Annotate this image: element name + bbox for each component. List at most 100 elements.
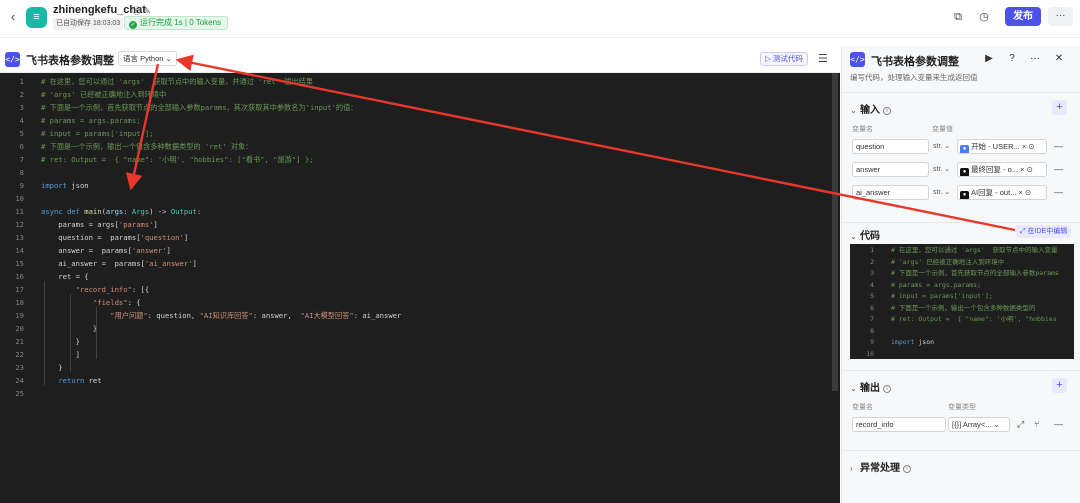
chevron-down-icon: ⌄ xyxy=(850,106,857,115)
code-line[interactable]: 20 } xyxy=(0,322,830,335)
code-line[interactable]: 6 # 下面是一个示例，输出一个包含多种数据类型的 'ret' 对象： xyxy=(0,140,830,153)
code-icon: </> xyxy=(850,52,865,67)
remove-icon[interactable]: — xyxy=(1054,141,1063,151)
code-preview-line: 9 import json xyxy=(850,337,1074,348)
code-line[interactable]: 1 # 在这里，您可以通过 'args' 获取节点中的输入变量，并通过 'ret'… xyxy=(0,75,830,88)
code-line[interactable]: 10 xyxy=(0,192,830,205)
line-number: 6 xyxy=(870,303,874,312)
history-icon[interactable]: ◷ xyxy=(976,9,992,25)
error-heading[interactable]: › 异常处理 i xyxy=(850,459,911,474)
code-line[interactable]: 8 xyxy=(0,166,830,179)
add-output-button[interactable]: + xyxy=(1052,378,1067,393)
code-line[interactable]: 18 "fields": { xyxy=(0,296,830,309)
code-text: params = args['params'] xyxy=(41,220,158,229)
publish-button[interactable]: 发布 xyxy=(1005,7,1041,26)
close-icon[interactable]: ✕ xyxy=(1052,52,1066,66)
run-icon[interactable]: ▶ xyxy=(982,52,996,66)
code-line[interactable]: 15 ai_answer = params['ai_answer'] xyxy=(0,257,830,270)
code-line[interactable]: 14 answer = params['answer'] xyxy=(0,244,830,257)
input-type-select[interactable]: str. ⌄ xyxy=(933,185,950,200)
chevron-down-icon: ⌄ xyxy=(165,54,172,63)
language-label: 语言 Python xyxy=(123,54,164,63)
line-number: 2 xyxy=(19,90,24,99)
output-type-label: [{}] Array<... xyxy=(952,420,992,429)
code-line[interactable]: 9 import json xyxy=(0,179,830,192)
line-number: 12 xyxy=(15,220,24,229)
remove-icon[interactable]: — xyxy=(1054,187,1063,197)
expand-icon[interactable]: ⤢ xyxy=(1017,419,1024,430)
code-heading[interactable]: ⌄ 代码 xyxy=(850,227,880,242)
run-status-badge: ✓ 运行完成 1s | 0 Tokens xyxy=(124,16,229,30)
more-icon[interactable]: ··· xyxy=(1048,7,1073,26)
line-number: 13 xyxy=(15,233,24,242)
code-line[interactable]: 17 "record_info": [{ xyxy=(0,283,830,296)
output-heading[interactable]: ⌄ 输出 i xyxy=(850,379,891,394)
node-config-panel: </> 飞书表格参数调整 ▶ ? ··· ✕ 编写代码，处理输入变量来生成返回值… xyxy=(841,46,1080,503)
test-code-button[interactable]: ▷ 测试代码 xyxy=(760,52,808,66)
code-line[interactable]: 21 } xyxy=(0,335,830,348)
code-text: # 下面是一个示例，输出一个包含多种数据类型的 'ret' 对象： xyxy=(41,142,253,151)
code-text: # 在这里，您可以通过 'args' 获取节点中的输入变量，并通过 'ret' … xyxy=(41,77,313,86)
input-name-field[interactable]: answer xyxy=(852,162,929,177)
code-text: # params = args.params; xyxy=(41,116,141,125)
code-editor[interactable]: 1 # 在这里，您可以通过 'args' 获取节点中的输入变量，并通过 'ret'… xyxy=(0,73,840,503)
input-heading[interactable]: ⌄ 输入 i xyxy=(850,101,891,116)
remove-icon[interactable]: — xyxy=(1054,164,1063,174)
code-line[interactable]: 19 "用户问题": question, "AI知识库回答": answer, … xyxy=(0,309,830,322)
help-icon[interactable]: ? xyxy=(1005,52,1019,66)
info-icon: i xyxy=(903,465,911,473)
code-text: ret = { xyxy=(41,272,89,281)
input-ref-select[interactable]: ● 开始 - USER... × ⊙ xyxy=(957,139,1047,154)
code-line[interactable]: 24 return ret xyxy=(0,374,830,387)
check-icon: ✓ xyxy=(129,21,137,29)
edit-in-ide-button[interactable]: ⤢ 在IDE中编辑 xyxy=(1016,225,1072,238)
line-number: 4 xyxy=(870,280,874,289)
add-input-button[interactable]: + xyxy=(1052,100,1067,115)
node-ref-icon: ● xyxy=(960,168,969,176)
copy-icon[interactable]: ⧉ xyxy=(950,9,966,25)
code-icon: </> xyxy=(5,52,20,67)
collapse-menu-icon[interactable]: ☰ xyxy=(818,52,832,66)
chevron-left-icon[interactable]: ‹ xyxy=(6,10,20,24)
column-label-name: 变量名 xyxy=(852,126,873,133)
line-number: 25 xyxy=(15,389,24,398)
code-line[interactable]: 5 # input = params['input']; xyxy=(0,127,830,140)
code-preview-line: 1 # 在这里，您可以通过 'args' 获取节点中的输入变量 xyxy=(850,245,1074,256)
code-line[interactable]: 22 ] xyxy=(0,348,830,361)
more-icon[interactable]: ··· xyxy=(1028,52,1042,66)
input-ref-select[interactable]: ● AI回复 - out... × ⊙ xyxy=(957,185,1047,200)
code-line[interactable]: 4 # params = args.params; xyxy=(0,114,830,127)
input-type-select[interactable]: str. ⌄ xyxy=(933,139,950,154)
code-line[interactable]: 25 xyxy=(0,387,830,400)
code-line[interactable]: 16 ret = { xyxy=(0,270,830,283)
output-name-field[interactable]: record_info xyxy=(852,417,946,432)
code-text: ai_answer = params['ai_answer'] xyxy=(41,259,197,268)
code-text: "fields": { xyxy=(92,298,141,307)
add-child-icon[interactable]: ⑂ xyxy=(1034,419,1039,429)
language-select[interactable]: 语言 Python ⌄ xyxy=(118,51,177,66)
code-preview[interactable]: 1 # 在这里，您可以通过 'args' 获取节点中的输入变量 2 # 'args' … xyxy=(850,244,1074,359)
output-type-select[interactable]: [{}] Array<... ⌄ xyxy=(948,417,1010,432)
line-number: 8 xyxy=(870,326,874,335)
input-name-field[interactable]: question xyxy=(852,139,929,154)
code-line[interactable]: 23 } xyxy=(0,361,830,374)
code-line[interactable]: 2 # 'args' 已经被正确地注入到环境中 xyxy=(0,88,830,101)
code-text: # ret: Output = { "name": '小明', "hobbies… xyxy=(41,155,314,164)
line-number: 10 xyxy=(866,349,874,358)
code-line[interactable]: 3 # 下面是一个示例，首先获取节点的全部输入参数params，其次获取其中参数名… xyxy=(0,101,830,114)
editor-scrollbar[interactable] xyxy=(832,73,838,391)
code-line[interactable]: 11 async def main(args: Args) -> Output: xyxy=(0,205,830,218)
code-line[interactable]: 13 question = params['question'] xyxy=(0,231,830,244)
code-line[interactable]: 7 # ret: Output = { "name": '小明', "hobbie… xyxy=(0,153,830,166)
panel-title: 飞书表格参数调整 xyxy=(871,56,959,68)
chevron-down-icon: ⌄ xyxy=(993,420,1000,429)
info-icon: i xyxy=(883,107,891,115)
input-type-select[interactable]: str. ⌄ xyxy=(933,162,950,177)
run-status-text: 运行完成 1s | 0 Tokens xyxy=(140,18,222,27)
line-number: 1 xyxy=(870,246,874,254)
input-name-field[interactable]: ai_answer xyxy=(852,185,929,200)
line-number: 9 xyxy=(870,338,874,346)
code-line[interactable]: 12 params = args['params'] xyxy=(0,218,830,231)
input-ref-select[interactable]: ● 最终回复 - o... × ⊙ xyxy=(957,162,1047,177)
remove-icon[interactable]: — xyxy=(1054,419,1063,429)
